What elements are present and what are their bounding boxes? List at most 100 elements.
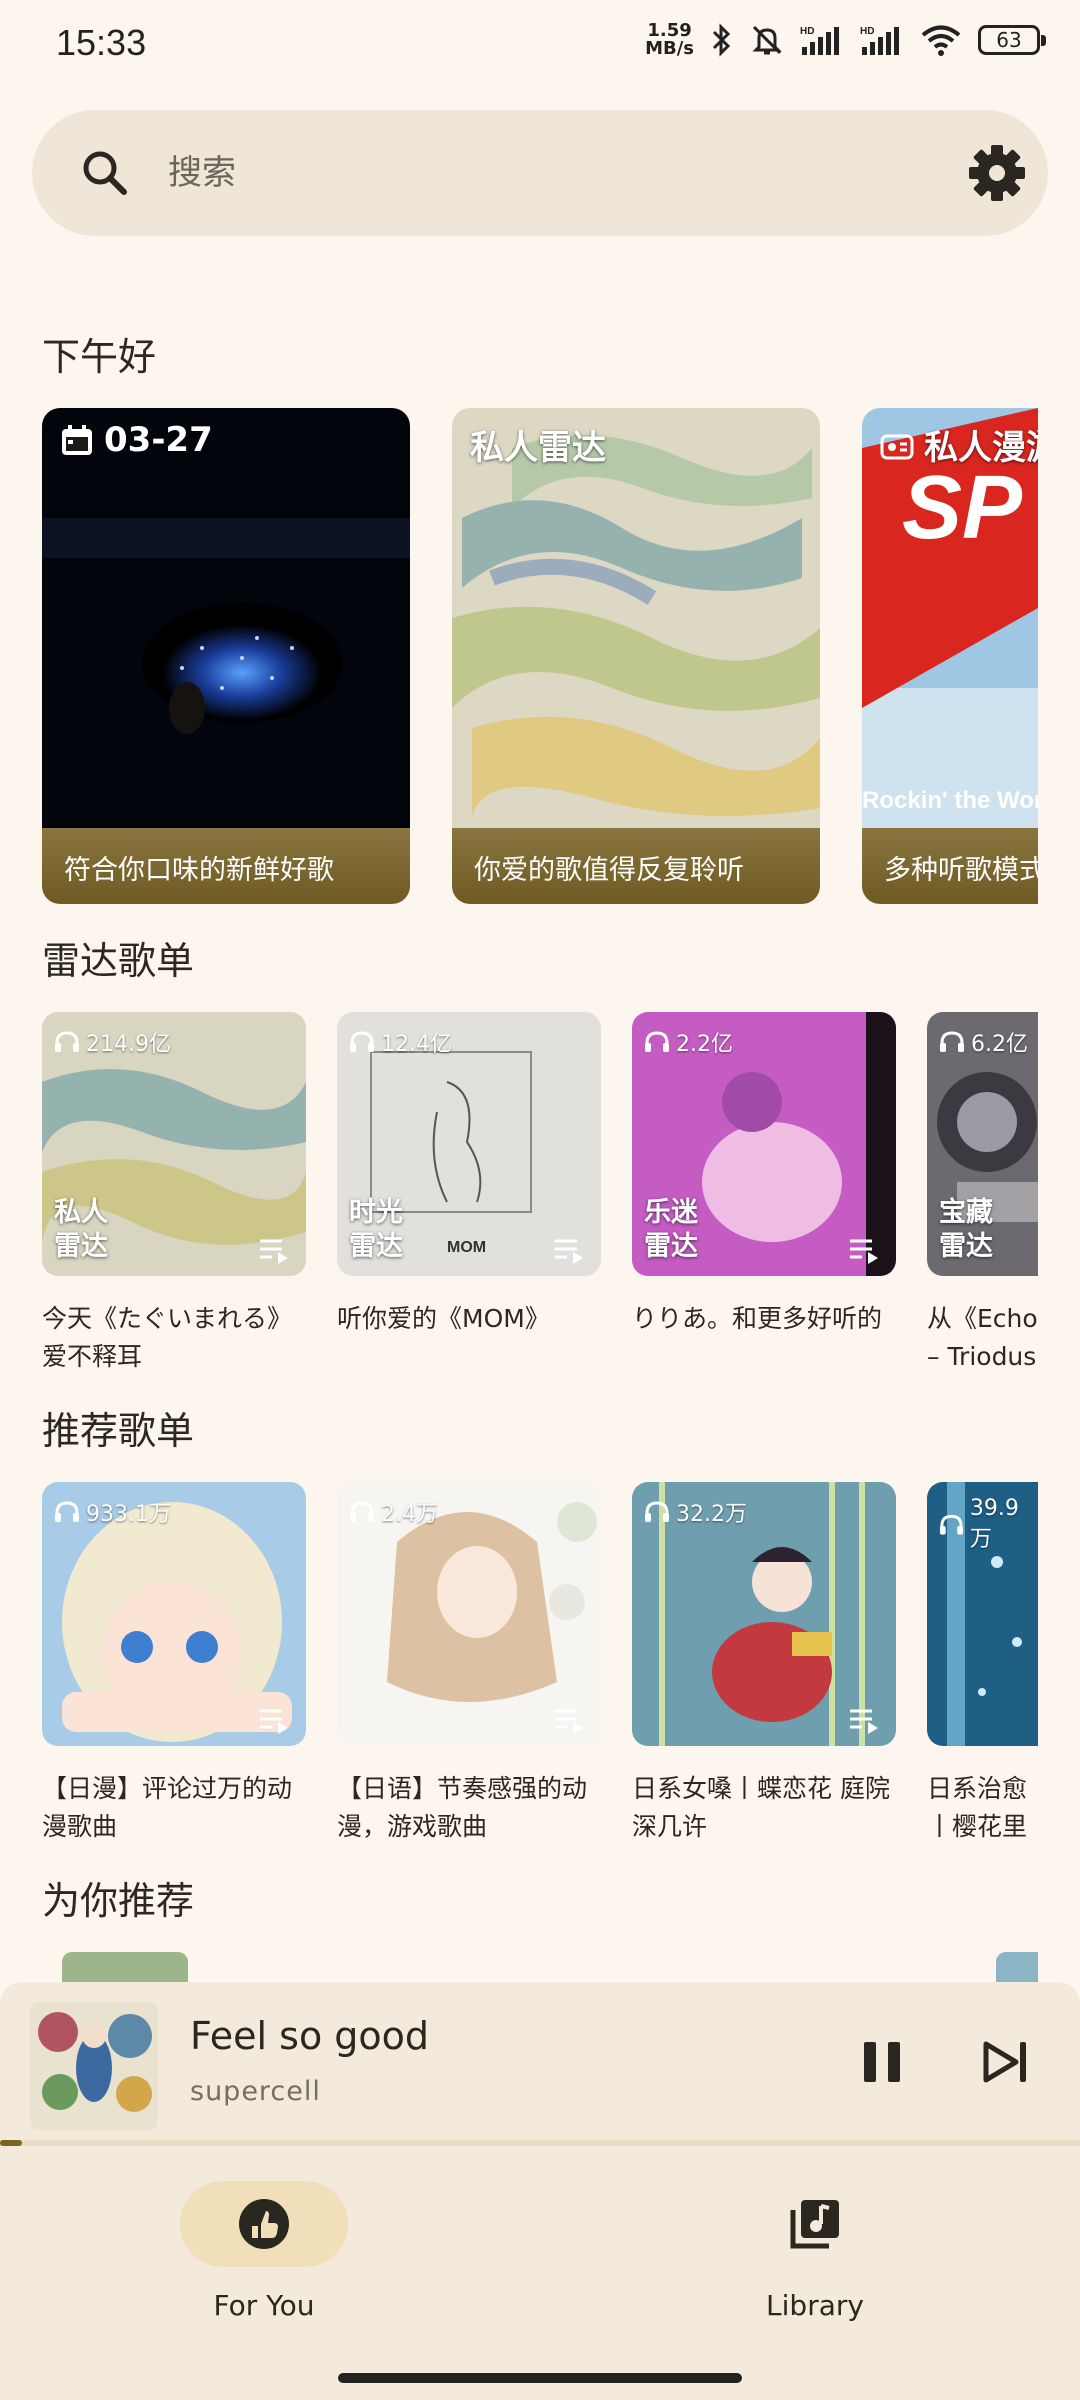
queue-icon[interactable] [848,1706,882,1734]
card-label: 私人雷达 [470,420,606,469]
play-count-value: 2.2亿 [676,1032,733,1057]
play-count-value: 39.9万 [969,1496,1019,1552]
headphones-icon [55,1501,79,1522]
wifi-icon [921,25,961,56]
queue-icon[interactable] [258,1706,292,1734]
radio-icon [880,434,914,459]
bluetooth-icon [712,23,731,57]
radar-tag-line: 雷达 [54,1231,108,1262]
radar-tag-line: 私人 [54,1197,108,1228]
recommend-section-title: 推荐歌单 [42,1409,195,1453]
play-count-value: 2.4万 [381,1502,438,1527]
play-count: 2.2亿 [644,1026,733,1058]
for-you-section-title: 为你推荐 [42,1879,195,1923]
queue-icon[interactable] [553,1236,587,1264]
headphones-icon [645,1031,669,1052]
card-label: 03-27 [60,420,213,460]
gear-icon[interactable] [966,142,1028,204]
search-icon [83,151,127,195]
search-bar[interactable] [32,110,1048,236]
mini-player[interactable]: Feel so good supercell [0,1982,1080,2147]
play-count: 214.9亿 [54,1026,171,1058]
playlist-desc: 今天《たぐいまれる》爱不释耳 [42,1304,293,1371]
recommend-playlist-card[interactable]: 933.1万 [42,1482,306,1746]
playlist-desc: 听你爱的《MOM》 [337,1304,550,1333]
playlist-desc: 【日漫】评论过万的动漫歌曲 [42,1774,293,1841]
playlist-desc: 【日语】节奏感强的动漫，游戏歌曲 [337,1774,588,1841]
card-art-subtext: Rockin' the World [862,787,1038,814]
recommend-playlist-card[interactable]: 2.4万 [337,1482,601,1746]
radar-section-title: 雷达歌单 [42,939,195,983]
status-bar: 15:33 1.59 MB/s HD HD 63 [0,0,1080,90]
headphones-icon [55,1031,79,1052]
now-playing-cover [30,2002,158,2130]
radar-tag: 私人 雷达 [54,1196,108,1264]
radar-tag: 宝藏 雷达 [939,1196,993,1264]
card-art-text: SP [902,458,1023,558]
private-radar-card[interactable]: 私人雷达 你爱的歌值得反复聆听 [452,408,820,904]
radar-playlist-card[interactable]: 6.2亿 宝藏 雷达 [927,1012,1038,1276]
card-label-text: 03-27 [104,420,213,460]
radar-tag: 时光 雷达 [349,1196,403,1264]
bottom-navigation: For You Library [0,2147,1080,2400]
playlist-desc: りりあ。和更多好听的 [632,1304,883,1333]
svg-text:HD: HD [800,26,814,37]
queue-icon[interactable] [553,1706,587,1734]
play-count-value: 32.2万 [676,1502,747,1527]
status-icons: 1.59 MB/s HD HD 63 [645,22,1046,59]
nav-library[interactable]: Library [685,2181,945,2341]
headphones-icon [939,1514,963,1535]
headphones-icon [350,1031,374,1052]
pause-icon[interactable] [852,2032,912,2092]
nav-label: Library [766,2289,864,2322]
card-caption: 多种听歌模式 [862,828,1038,904]
play-count: 933.1万 [54,1496,171,1528]
card-art: SP Rockin' the World [862,408,1038,828]
nav-for-you[interactable]: For You [134,2181,394,2341]
playlist-desc: 日系女嗓丨蝶恋花 庭院深几许 [632,1774,890,1841]
radar-playlist-card[interactable]: MOM 12.4亿 时光 雷达 [337,1012,601,1276]
play-count: 39.9万 [939,1496,1038,1553]
radar-tag-line: 雷达 [644,1231,698,1262]
radar-playlist-card[interactable]: 214.9亿 私人 雷达 [42,1012,306,1276]
now-playing-artist: supercell [190,2076,321,2107]
play-count: 2.4万 [349,1496,438,1528]
card-art [42,408,410,828]
radar-tag-line: 时光 [349,1197,403,1228]
card-art [452,408,820,828]
card-caption: 符合你口味的新鲜好歌 [42,828,410,904]
radar-tag-line: 雷达 [349,1231,403,1262]
headphones-icon [645,1501,669,1522]
radar-playlist-card[interactable]: 2.2亿 乐迷 雷达 [632,1012,896,1276]
card-label: 私人漫游 [880,420,1038,469]
playback-progress[interactable] [0,2140,1080,2146]
net-speed-unit: MB/s [645,38,694,59]
search-input[interactable] [168,140,868,206]
playlist-desc: 日系治愈丨樱花里 [927,1774,1028,1841]
card-label-text: 私人雷达 [470,428,606,468]
recommend-playlist-card[interactable]: 32.2万 [632,1482,896,1746]
signal-hd-icon: HD [800,26,839,55]
radar-tag-line: 乐迷 [644,1197,698,1228]
private-roaming-card[interactable]: SP Rockin' the World 私人漫游 多种听歌模式 [862,408,1038,904]
svg-text:HD: HD [860,26,874,37]
radar-tag: 乐迷 雷达 [644,1196,698,1264]
queue-icon[interactable] [258,1236,292,1264]
play-count-value: 933.1万 [86,1502,171,1527]
calendar-icon [62,425,92,455]
recommend-playlist-card[interactable]: 39.9万 [927,1482,1038,1746]
play-count-value: 12.4亿 [381,1032,452,1057]
play-count: 6.2亿 [939,1026,1028,1058]
svg-text:MOM: MOM [447,1239,486,1256]
gesture-home-bar[interactable] [338,2373,742,2383]
skip-next-icon[interactable] [976,2032,1036,2092]
signal-hd-icon: HD [860,26,899,55]
now-playing-title: Feel so good [190,2014,430,2058]
thumb-up-icon [239,2199,289,2249]
headphones-icon [350,1501,374,1522]
radar-tag-line: 雷达 [939,1231,993,1262]
play-count-value: 214.9亿 [86,1032,171,1057]
card-caption: 你爱的歌值得反复聆听 [452,828,820,904]
queue-icon[interactable] [848,1236,882,1264]
daily-recommend-card[interactable]: 03-27 符合你口味的新鲜好歌 [42,408,410,904]
